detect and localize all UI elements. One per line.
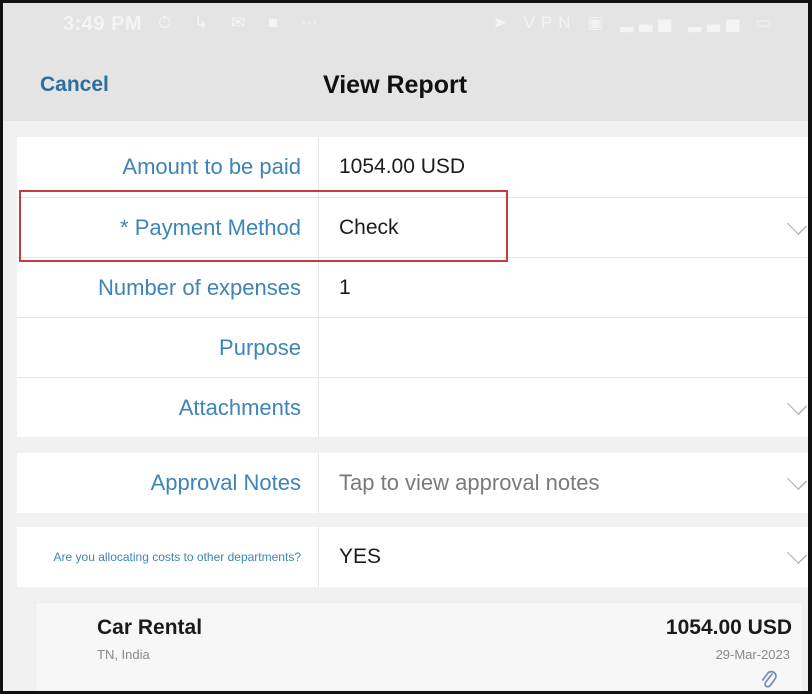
payment-method-label: * Payment Method (17, 198, 319, 257)
approval-notes-value[interactable]: Tap to view approval notes (339, 453, 600, 513)
purpose-label: Purpose (17, 318, 319, 377)
approval-notes-row[interactable]: Approval Notes Tap to view approval note… (17, 453, 808, 513)
notification-icons: ⏱ ↳ ✉ ■ ⋯ (158, 13, 327, 32)
amount-label: Amount to be paid (17, 137, 319, 197)
chevron-down-icon[interactable] (787, 394, 807, 415)
approval-section: Approval Notes Tap to view approval note… (17, 453, 808, 513)
amount-value: 1054.00 USD (339, 155, 466, 178)
expense-name: Car Rental (97, 616, 203, 639)
expense-location: TN, India (97, 647, 150, 662)
page-title: View Report (323, 71, 468, 99)
expenses-value: 1 (339, 275, 351, 299)
allocating-label: Are you allocating costs to other depart… (17, 527, 319, 587)
chevron-down-icon[interactable] (787, 214, 807, 235)
paperclip-icon (761, 670, 777, 688)
allocating-row[interactable]: Are you allocating costs to other depart… (17, 527, 808, 587)
attachments-label: Attachments (17, 378, 319, 437)
payment-method-value[interactable]: Check (339, 198, 399, 257)
attachments-row[interactable]: Attachments (17, 377, 808, 437)
expenses-row: Number of expenses 1 (17, 257, 808, 317)
expense-card[interactable]: Car Rental TN, India 1054.00 USD 29-Mar-… (35, 602, 803, 691)
chevron-down-icon[interactable] (787, 470, 807, 490)
purpose-row[interactable]: Purpose (17, 317, 808, 377)
report-details-section: Amount to be paid 1054.00 USD * Payment … (17, 137, 808, 437)
expense-date: 29-Mar-2023 (715, 647, 790, 662)
status-bar: 3:49 PM ⏱ ↳ ✉ ■ ⋯ ➤ VPN ▣ ▂▃▅ ▂▃▅ ▭ (3, 3, 808, 47)
amount-row: Amount to be paid 1054.00 USD (17, 137, 808, 197)
chevron-down-icon[interactable] (787, 544, 807, 564)
allocating-value[interactable]: YES (339, 527, 381, 587)
status-time: 3:49 PM (63, 13, 143, 35)
expenses-label: Number of expenses (17, 258, 319, 317)
payment-method-row[interactable]: * Payment Method Check (17, 197, 808, 257)
allocation-section: Are you allocating costs to other depart… (17, 527, 808, 587)
system-icons: ➤ VPN ▣ ▂▃▅ ▂▃▅ ▭ (492, 13, 778, 32)
cancel-button[interactable]: Cancel (40, 73, 109, 97)
approval-notes-label: Approval Notes (17, 453, 319, 513)
nav-header: Cancel View Report (3, 47, 808, 121)
expense-amount: 1054.00 USD (665, 616, 792, 639)
phone-screen: 3:49 PM ⏱ ↳ ✉ ■ ⋯ ➤ VPN ▣ ▂▃▅ ▂▃▅ ▭ Canc… (0, 0, 812, 694)
